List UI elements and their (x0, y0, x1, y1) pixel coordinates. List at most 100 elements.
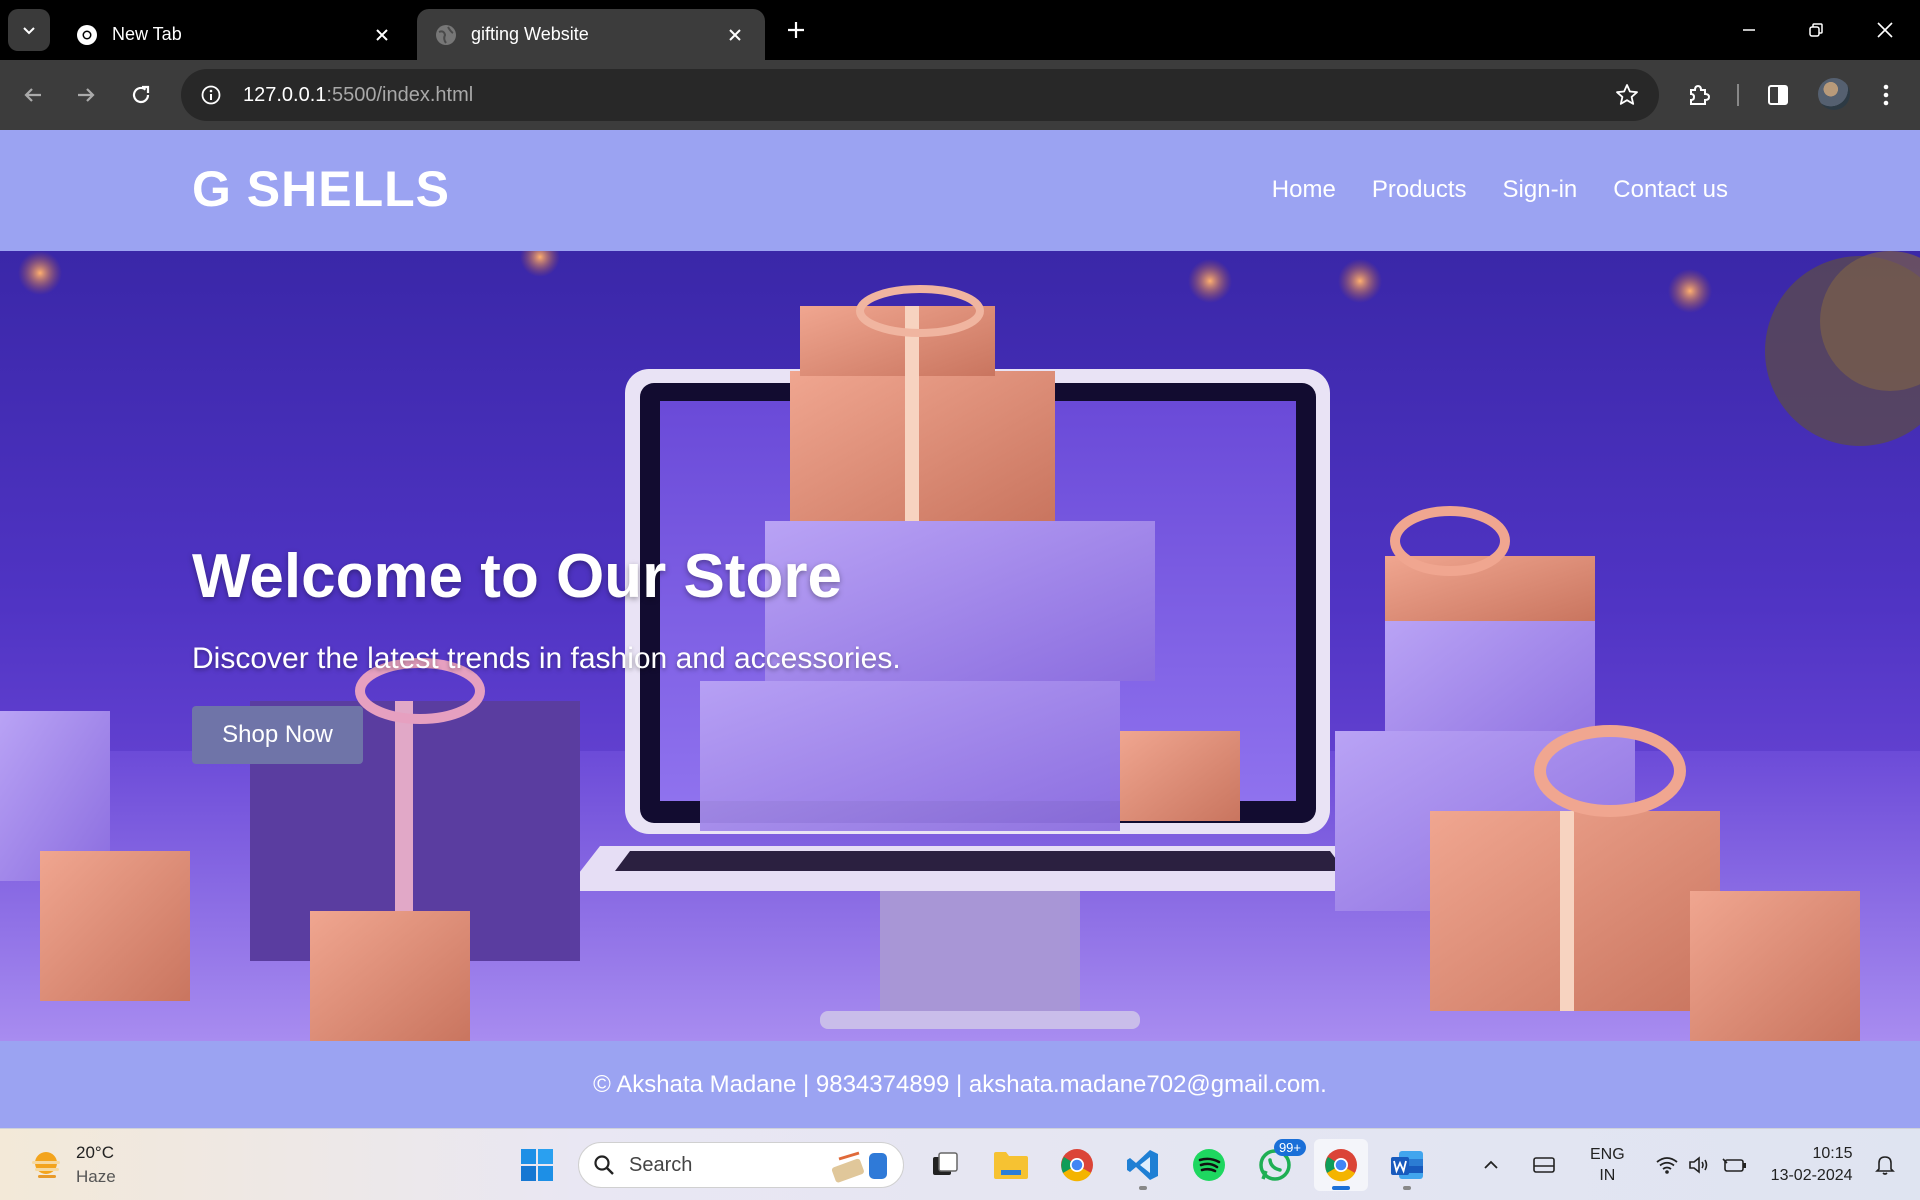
site-logo[interactable]: G SHELLS (192, 160, 450, 218)
word-app[interactable] (1380, 1139, 1434, 1191)
hero-content: Welcome to Our Store Discover the latest… (192, 541, 901, 764)
language-line2: IN (1599, 1167, 1616, 1184)
restore-icon (1809, 23, 1823, 37)
vscode-app[interactable] (1116, 1139, 1170, 1191)
chrome-app-active[interactable] (1314, 1139, 1368, 1191)
chrome-menu-button[interactable] (1869, 78, 1903, 112)
hero-banner: Welcome to Our Store Discover the latest… (0, 251, 1920, 1041)
restore-button[interactable] (1787, 8, 1845, 52)
start-button[interactable] (510, 1139, 564, 1191)
weather-condition: Haze (76, 1167, 116, 1186)
hero-title: Welcome to Our Store (192, 542, 842, 611)
clock-time: 10:15 (1812, 1145, 1853, 1162)
notifications-button[interactable] (1874, 1154, 1895, 1176)
close-window-button[interactable] (1856, 8, 1914, 52)
back-button[interactable] (14, 76, 52, 114)
haze-sun-icon (32, 1152, 60, 1178)
notification-badge: 99+ (1273, 1139, 1306, 1156)
taskbar-search[interactable]: Search (578, 1142, 904, 1188)
folder-icon (994, 1152, 1028, 1179)
minimize-icon (1743, 29, 1755, 31)
clock[interactable]: 10:15 13-02-2024 (1771, 1143, 1853, 1187)
hero-subtitle: Discover the latest trends in fashion an… (192, 642, 901, 675)
site-nav: Home Products Sign-in Contact us (1272, 176, 1728, 204)
plus-icon (788, 22, 804, 38)
weather-text: 20°C Haze (76, 1141, 116, 1189)
arrow-left-icon (24, 88, 41, 102)
tab-search-button[interactable] (8, 9, 50, 51)
chrome-app[interactable] (1050, 1139, 1104, 1191)
forward-button[interactable] (67, 76, 105, 114)
close-icon (1877, 22, 1893, 38)
site-info-icon[interactable] (189, 73, 233, 117)
extensions-button[interactable] (1682, 78, 1716, 112)
puzzle-icon (1690, 84, 1711, 105)
side-panel-icon (1768, 85, 1788, 105)
tab-gifting-website[interactable]: gifting Website (417, 9, 765, 60)
spotify-icon (1193, 1149, 1225, 1181)
arrow-right-icon (78, 88, 95, 102)
language-indicator[interactable]: ENG IN (1590, 1144, 1625, 1186)
close-icon[interactable] (723, 23, 747, 47)
keyboard-icon (1533, 1157, 1555, 1173)
tab-new-tab[interactable]: New Tab (58, 9, 412, 60)
windows-logo-icon (521, 1149, 553, 1181)
shop-now-button[interactable]: Shop Now (192, 706, 363, 764)
quick-settings-button[interactable] (1655, 1155, 1749, 1175)
globe-icon (435, 24, 457, 46)
url-host: 127.0.0.1 (243, 83, 327, 106)
site-header: G SHELLS Home Products Sign-in Contact u… (0, 130, 1920, 251)
taskbar-apps: Search 99+ (504, 1139, 1440, 1191)
running-indicator (1139, 1186, 1147, 1190)
language-line1: ENG (1590, 1146, 1625, 1163)
side-panel-button[interactable] (1761, 78, 1795, 112)
battery-charging-icon (1722, 1158, 1746, 1172)
address-bar[interactable]: 127.0.0.1:5500/index.html (181, 69, 1659, 121)
nav-home[interactable]: Home (1272, 176, 1336, 204)
search-highlight-icon (831, 1151, 887, 1183)
whatsapp-app[interactable]: 99+ (1248, 1139, 1306, 1191)
tab-title: New Tab (112, 24, 182, 44)
nav-contact-us[interactable]: Contact us (1613, 176, 1728, 204)
tab-title: gifting Website (471, 24, 589, 44)
new-tab-button[interactable] (780, 14, 812, 46)
show-hidden-icons-button[interactable] (1482, 1156, 1500, 1174)
chrome-icon (76, 24, 98, 46)
weather-widget[interactable]: 20°C Haze (26, 1141, 116, 1189)
bookmark-star-icon[interactable] (1613, 81, 1641, 109)
clock-date: 13-02-2024 (1770, 1167, 1853, 1184)
spotify-app[interactable] (1182, 1139, 1236, 1191)
chrome-icon (1325, 1149, 1357, 1182)
search-label: Search (629, 1153, 693, 1176)
site-footer: © Akshata Madane | 9834374899 | akshata.… (0, 1041, 1920, 1128)
reload-icon (132, 85, 150, 104)
chevron-up-icon (1484, 1160, 1498, 1169)
close-icon[interactable] (370, 23, 394, 47)
windows-taskbar: 20°C Haze Search 99+ ENG IN 10:15 13-02-… (0, 1128, 1920, 1200)
browser-tab-strip: New Tab gifting Website (0, 0, 1920, 60)
browser-toolbar: 127.0.0.1:5500/index.html (0, 60, 1920, 130)
nav-sign-in[interactable]: Sign-in (1503, 176, 1578, 204)
file-explorer-app[interactable] (984, 1139, 1038, 1191)
task-view-icon (933, 1152, 958, 1175)
word-icon (1391, 1151, 1423, 1179)
chevron-down-icon (23, 27, 35, 35)
url-path: :5500/index.html (326, 83, 474, 106)
running-indicator (1403, 1186, 1411, 1190)
chrome-icon (1061, 1149, 1093, 1182)
weather-temp: 20°C (76, 1143, 114, 1162)
task-view-button[interactable] (918, 1139, 972, 1191)
reload-button[interactable] (122, 76, 160, 114)
nav-products[interactable]: Products (1372, 176, 1467, 204)
footer-contact-text: © Akshata Madane | 9834374899 | akshata.… (593, 1070, 1327, 1098)
touch-keyboard-button[interactable] (1532, 1155, 1556, 1175)
system-tray: ENG IN 10:15 13-02-2024 (1474, 1139, 1903, 1191)
minimize-button[interactable] (1720, 8, 1778, 52)
website-viewport: G SHELLS Home Products Sign-in Contact u… (0, 130, 1920, 1128)
search-icon (594, 1155, 614, 1175)
active-indicator (1332, 1186, 1350, 1190)
wifi-icon (1656, 1157, 1678, 1174)
volume-icon (1688, 1156, 1707, 1174)
toolbar-separator (1737, 84, 1739, 106)
profile-avatar[interactable] (1818, 78, 1850, 110)
